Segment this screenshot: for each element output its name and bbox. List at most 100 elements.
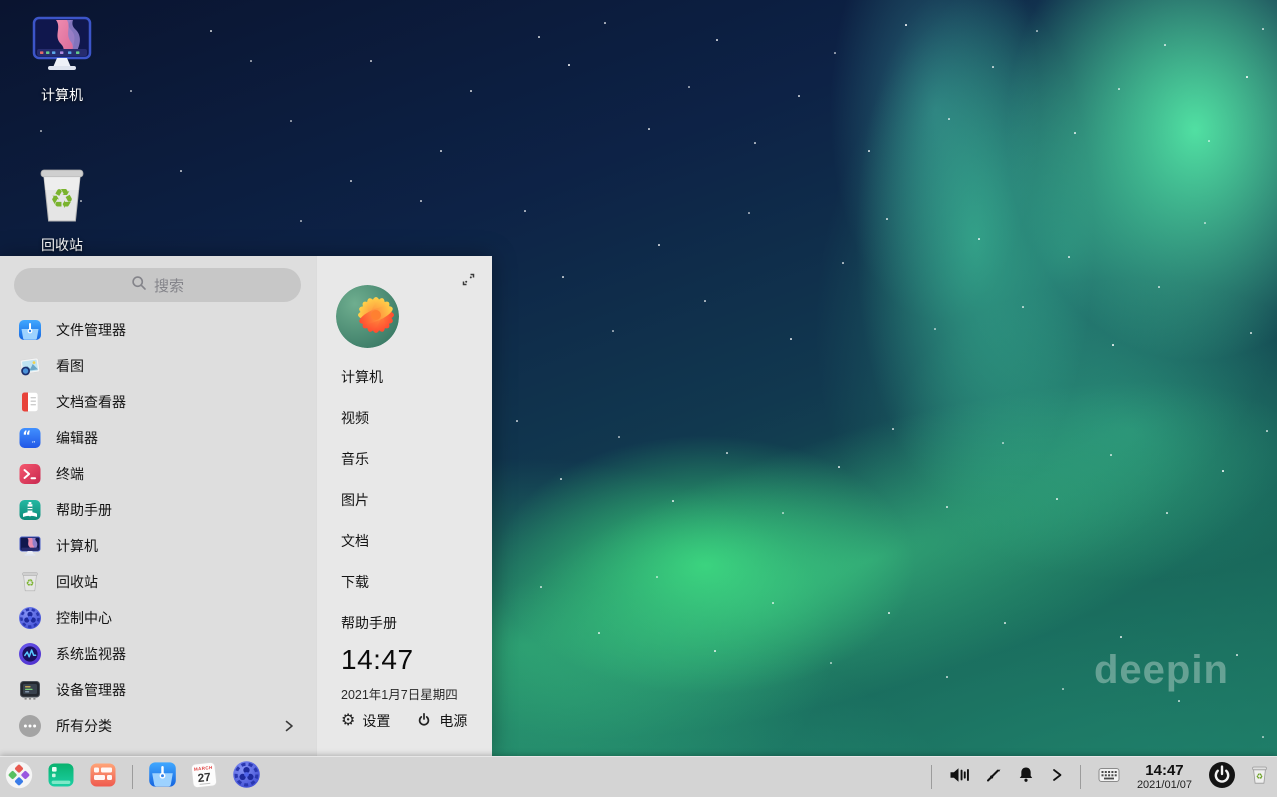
computer-icon <box>18 534 42 558</box>
deepin-watermark: deepin <box>1094 648 1229 693</box>
pen-icon <box>984 766 1002 789</box>
search-placeholder: 搜索 <box>154 275 184 296</box>
launcher-app-document-viewer[interactable]: 文档查看器 <box>0 384 316 420</box>
system-tray: 14:47 2021/01/07 ♻ <box>929 757 1269 797</box>
shortcut-computer[interactable]: 计算机 <box>341 356 482 397</box>
app-label: 回收站 <box>56 572 98 592</box>
launcher-all-categories[interactable]: 所有分类 <box>0 708 316 744</box>
recycle-bin-icon: ♻ <box>35 168 89 229</box>
app-label: 系统监视器 <box>56 644 126 664</box>
launcher-app-image-viewer[interactable]: 看图 <box>0 348 316 384</box>
power-icon <box>416 712 432 731</box>
svg-text:♻: ♻ <box>1256 771 1263 780</box>
desktop-icon-label: 回收站 <box>41 235 83 255</box>
tray-clock[interactable]: 14:47 2021/01/07 <box>1137 763 1192 792</box>
shortcut-documents[interactable]: 文档 <box>341 520 482 561</box>
expand-icon <box>459 270 478 294</box>
pen-input-button[interactable] <box>984 766 1002 789</box>
app-list: 文件管理器 看图 文档查看器 “” <box>0 312 316 744</box>
multitasking-view-icon <box>47 761 75 794</box>
system-monitor-icon <box>18 642 42 666</box>
tray-date: 2021/01/07 <box>1137 779 1192 791</box>
document-viewer-icon <box>18 390 42 414</box>
keyboard-layout-button[interactable] <box>1097 763 1121 792</box>
desktop-icon-computer[interactable]: 计算机 <box>10 16 114 105</box>
power-icon <box>1208 761 1236 794</box>
search-icon <box>131 275 147 296</box>
control-center-icon <box>18 606 42 630</box>
volume-icon <box>948 764 970 791</box>
launcher-app-control-center[interactable]: 控制中心 <box>0 600 316 636</box>
tray-separator <box>1080 765 1081 789</box>
svg-text:♻: ♻ <box>26 578 35 589</box>
chevron-right-icon <box>1050 767 1064 788</box>
computer-icon <box>31 16 93 79</box>
terminal-icon <box>18 462 42 486</box>
app-label: 看图 <box>56 356 84 376</box>
launcher-app-help-manual[interactable]: 帮助手册 <box>0 492 316 528</box>
user-avatar[interactable] <box>336 285 399 348</box>
shortcut-music[interactable]: 音乐 <box>341 438 482 479</box>
desktop: deepin 计算机 <box>0 0 1277 797</box>
chevron-right-icon <box>282 719 296 733</box>
launcher-app-device-manager[interactable]: 设备管理器 <box>0 672 316 708</box>
trash-button[interactable]: ♻ <box>1250 765 1269 790</box>
shortcut-help-manual[interactable]: 帮助手册 <box>341 602 482 643</box>
expand-launcher-button[interactable] <box>457 271 479 293</box>
file-manager-icon <box>148 760 177 794</box>
launcher-app-column: 搜索 文件管理器 看图 <box>0 256 316 757</box>
shutdown-button[interactable] <box>1208 761 1236 794</box>
bell-icon <box>1016 765 1036 790</box>
app-store-button[interactable] <box>88 762 118 792</box>
tray-expand-button[interactable] <box>1050 767 1064 788</box>
desktop-icon-label: 计算机 <box>41 85 83 105</box>
search-input[interactable]: 搜索 <box>14 268 301 302</box>
settings-button[interactable]: ⚙ 设置 <box>341 711 390 731</box>
svg-text:♻: ♻ <box>50 184 74 215</box>
calendar-icon: MARCH27 <box>189 760 219 795</box>
app-store-icon <box>89 761 117 794</box>
launcher-panel: 搜索 文件管理器 看图 <box>0 256 492 757</box>
launcher-date: 2021年1月7日星期四 <box>341 684 458 703</box>
launcher-app-computer[interactable]: 计算机 <box>0 528 316 564</box>
text-editor-icon: “” <box>18 426 42 450</box>
dock-separator <box>132 765 133 789</box>
desktop-icon-trash[interactable]: ♻ 回收站 <box>10 168 114 255</box>
file-manager-icon <box>18 318 42 342</box>
power-label: 电源 <box>439 711 467 731</box>
tray-separator <box>931 765 932 789</box>
app-label: 终端 <box>56 464 84 484</box>
app-label: 设备管理器 <box>56 680 126 700</box>
app-label: 控制中心 <box>56 608 112 628</box>
launcher-app-file-manager[interactable]: 文件管理器 <box>0 312 316 348</box>
launcher-app-trash[interactable]: ♻ 回收站 <box>0 564 316 600</box>
calendar-button[interactable]: MARCH27 <box>189 762 219 792</box>
multitasking-view-button[interactable] <box>46 762 76 792</box>
launcher-app-terminal[interactable]: 终端 <box>0 456 316 492</box>
app-label: 编辑器 <box>56 428 98 448</box>
all-categories-icon <box>18 714 42 738</box>
launcher-user-column: 计算机 视频 音乐 图片 文档 下载 帮助手册 14:47 2021年1月7日星… <box>316 256 492 757</box>
svg-text:”: ” <box>32 440 36 449</box>
launcher-button[interactable] <box>4 762 34 792</box>
shortcut-downloads[interactable]: 下载 <box>341 561 482 602</box>
file-manager-button[interactable] <box>147 762 177 792</box>
app-label: 文档查看器 <box>56 392 126 412</box>
launcher-app-editor[interactable]: “” 编辑器 <box>0 420 316 456</box>
keyboard-icon <box>1097 763 1121 792</box>
launcher-app-system-monitor[interactable]: 系统监视器 <box>0 636 316 672</box>
control-center-button[interactable] <box>231 762 261 792</box>
launcher-clock: 14:47 <box>341 644 414 676</box>
control-center-icon <box>232 760 261 794</box>
power-button[interactable]: 电源 <box>416 711 467 731</box>
app-label: 帮助手册 <box>56 500 112 520</box>
shortcut-videos[interactable]: 视频 <box>341 397 482 438</box>
svg-text:“: “ <box>23 430 32 445</box>
notification-center-button[interactable] <box>1016 765 1036 790</box>
volume-button[interactable] <box>948 764 970 791</box>
recycle-bin-icon: ♻ <box>1250 765 1269 790</box>
taskbar: MARCH27 <box>0 756 1277 797</box>
all-categories-label: 所有分类 <box>56 716 112 736</box>
shortcut-pictures[interactable]: 图片 <box>341 479 482 520</box>
gear-icon: ⚙ <box>341 713 355 729</box>
